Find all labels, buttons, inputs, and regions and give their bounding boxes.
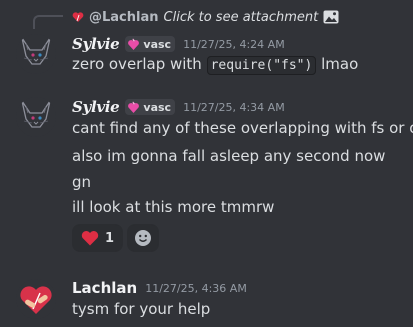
username[interactable]: Lachlan: [72, 279, 137, 297]
avatar[interactable]: [16, 279, 56, 319]
reaction-count: 1: [105, 230, 115, 246]
server-tag-label: vasc: [143, 37, 172, 51]
avatar[interactable]: [16, 97, 56, 137]
small-heart-icon: [72, 12, 84, 22]
message-text: also im gonna fall asleep any second now: [72, 147, 386, 165]
server-tag[interactable]: vasc: [125, 36, 176, 52]
server-tag-label: vasc: [143, 100, 172, 114]
message-text: zero overlap with: [72, 55, 202, 73]
message-text: gn: [72, 173, 92, 191]
add-reaction-icon: [135, 230, 152, 246]
server-tag[interactable]: vasc: [125, 99, 176, 115]
reply-text[interactable]: Click to see attachment: [164, 10, 319, 25]
heart-fire-icon: [128, 38, 140, 50]
message-text: tysm for your help: [72, 300, 211, 318]
red-heart-icon: [81, 231, 99, 246]
heart-fire-icon: [128, 101, 140, 113]
avatar[interactable]: [16, 34, 56, 74]
message-text: ill look at this more tmmrw: [72, 198, 275, 216]
timestamp[interactable]: 11/27/25, 4:36 AM: [145, 282, 247, 295]
username[interactable]: Sylvie: [72, 98, 120, 116]
chat-window: @Lachlan Click to see attachment Sylvie: [0, 0, 413, 327]
timestamp[interactable]: 11/27/25, 4:34 AM: [183, 101, 285, 114]
reply-author[interactable]: @Lachlan: [89, 10, 159, 25]
reaction-heart[interactable]: 1: [72, 224, 124, 252]
cat-avatar-icon: [16, 97, 56, 137]
inline-code: require("fs"): [206, 56, 317, 75]
username[interactable]: Sylvie: [72, 35, 120, 53]
cat-avatar-icon: [16, 34, 56, 74]
image-icon: [323, 10, 339, 24]
heart-avatar-icon: [16, 279, 56, 319]
message-content: zero overlap with require("fs") lmao: [72, 54, 358, 76]
timestamp[interactable]: 11/27/25, 4:24 AM: [183, 38, 285, 51]
reply-preview[interactable]: @Lachlan Click to see attachment: [72, 8, 339, 26]
reply-connector: [33, 15, 63, 29]
add-reaction-button[interactable]: [127, 224, 160, 252]
message-text: lmao: [321, 55, 359, 73]
message-text: cant find any of these overlapping with …: [72, 119, 413, 137]
reaction-bar: 1: [72, 224, 160, 252]
